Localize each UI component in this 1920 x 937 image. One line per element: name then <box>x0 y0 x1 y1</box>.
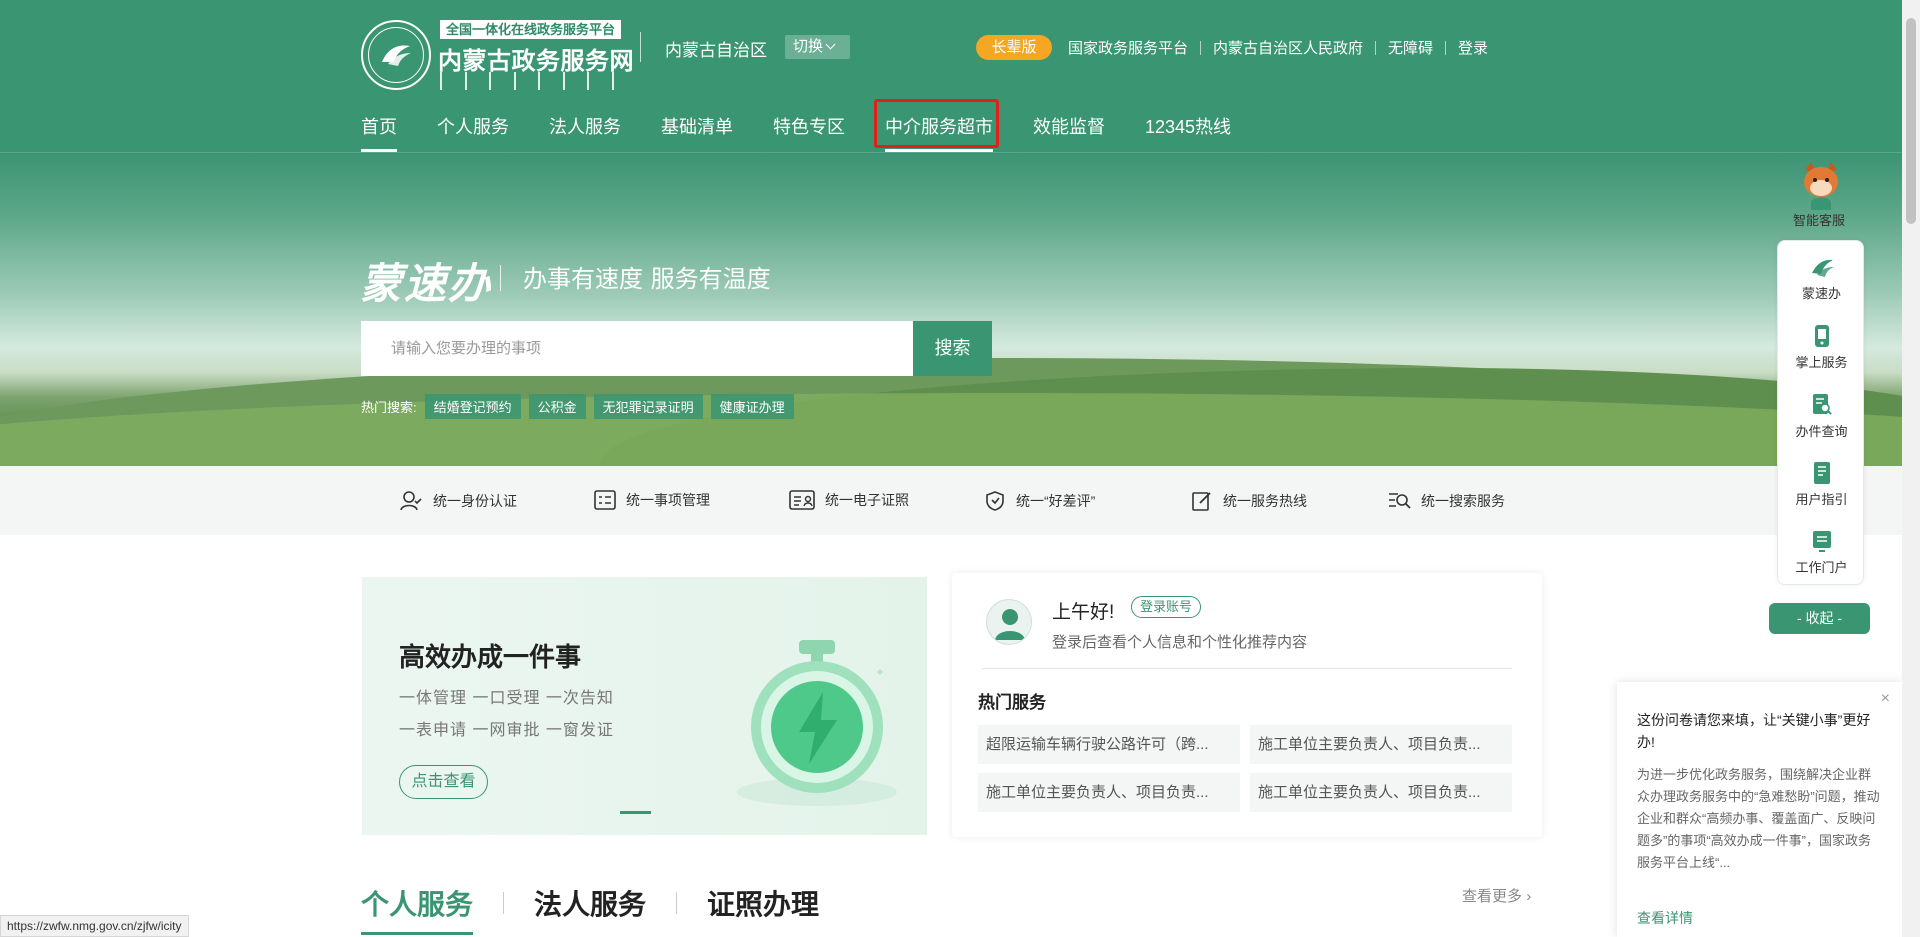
browser-status-url: https://zwfw.nmg.gov.cn/zjfw/icity <box>0 915 189 937</box>
nav-corporate-services[interactable]: 法人服务 <box>549 113 621 153</box>
document-search-icon <box>1812 394 1832 415</box>
nav-home[interactable]: 首页 <box>361 113 397 153</box>
hot-service-item[interactable]: 施工单位主要负责人、项目负责... <box>978 773 1240 812</box>
search-button[interactable]: 搜索 <box>913 321 992 376</box>
hot-service-item[interactable]: 超限运输车辆行驶公路许可（跨... <box>978 725 1240 764</box>
site-header: 全国一体化在线政务服务平台 内蒙古政务服务网 内蒙古自治区 切换 长辈版 国家政… <box>0 0 1902 153</box>
hot-searches: 热门搜索: 结婚登记预约 公积金 无犯罪记录证明 健康证办理 <box>361 394 794 419</box>
portal-icon <box>1812 531 1831 552</box>
float-panel: 蒙速办 掌上服务 办件查询 用户指引 工作门户 <box>1777 240 1864 585</box>
customer-service-mascot-icon[interactable] <box>1799 160 1843 210</box>
feature-identity-auth[interactable]: 统一身份认证 <box>399 490 517 512</box>
main-nav: 首页 个人服务 法人服务 基础清单 特色专区 中介服务超市 效能监督 12345… <box>361 113 1271 153</box>
hot-service-item[interactable]: 施工单位主要负责人、项目负责... <box>1250 773 1512 812</box>
shield-heart-icon <box>986 491 1004 511</box>
chevron-down-icon <box>825 39 836 50</box>
chevron-right-icon: › <box>1526 888 1532 905</box>
checklist-icon <box>594 490 616 510</box>
banner-view-button[interactable]: 点击查看 <box>399 765 488 799</box>
tab-license-handling[interactable]: 证照办理 <box>707 883 819 923</box>
popup-title: 这份问卷请您来填，让“关键小事”更好办! <box>1637 712 1871 750</box>
greeting: 上午好! <box>1052 602 1115 623</box>
float-item-mengsuban[interactable]: 蒙速办 <box>1778 255 1865 302</box>
carousel-indicator[interactable] <box>620 811 651 814</box>
hero-banner: 蒙速办 办事有速度 服务有温度 搜索 热门搜索: 结婚登记预约 公积金 无犯罪记… <box>0 153 1902 466</box>
user-check-icon <box>400 491 422 511</box>
link-login[interactable]: 登录 <box>1458 37 1488 58</box>
logo-emblem-icon[interactable] <box>361 20 431 90</box>
hot-tag[interactable]: 结婚登记预约 <box>424 394 521 419</box>
login-account-tag[interactable]: 登录账号 <box>1131 596 1202 618</box>
link-regional-government[interactable]: 内蒙古自治区人民政府 <box>1213 37 1363 58</box>
feature-strip: 统一身份认证 统一事项管理 统一电子证照 统一“好差评” 统一服务热线 统一搜索… <box>0 466 1902 535</box>
hot-services-title: 热门服务 <box>978 693 1046 712</box>
banner-title: 高效办成一件事 <box>399 642 582 672</box>
tab-personal-services[interactable]: 个人服务 <box>361 883 474 935</box>
feature-e-license[interactable]: 统一电子证照 <box>789 490 909 510</box>
elder-mode-button[interactable]: 长辈版 <box>976 35 1052 60</box>
brand-calligraphy: 蒙速办 <box>360 259 493 308</box>
feature-item-management[interactable]: 统一事项管理 <box>594 490 710 510</box>
collapse-button[interactable]: - 收起 - <box>1769 603 1870 634</box>
user-avatar-icon <box>995 609 1025 640</box>
id-card-icon <box>789 490 815 510</box>
nav-12345-hotline[interactable]: 12345热线 <box>1145 113 1231 153</box>
logo-tagline: 全国一体化在线政务服务平台 <box>440 20 622 39</box>
avatar[interactable] <box>986 599 1032 645</box>
region-switch-button[interactable]: 切换 <box>785 35 850 59</box>
tab-corporate-services[interactable]: 法人服务 <box>534 883 646 923</box>
popup-body: 为进一步优化政务服务，围绕解决企业群众办理政务服务中的“急难愁盼”问题，推动企业… <box>1637 767 1880 870</box>
edit-icon <box>1192 492 1211 511</box>
hot-service-item[interactable]: 施工单位主要负责人、项目负责... <box>1250 725 1512 764</box>
hot-tag[interactable]: 公积金 <box>528 394 586 419</box>
nav-highlight-box <box>874 99 999 148</box>
banner-line-2: 一表申请 一网审批 一窗发证 <box>399 722 614 739</box>
service-tabs: 个人服务 法人服务 证照办理 <box>361 883 819 935</box>
header-divider <box>640 32 641 62</box>
view-more-link[interactable]: 查看更多 › <box>1462 885 1531 906</box>
scrollbar-thumb[interactable] <box>1906 18 1916 224</box>
link-accessibility[interactable]: 无障碍 <box>1388 37 1433 58</box>
banner-line-1: 一体管理 一口受理 一次告知 <box>399 690 614 707</box>
link-national-platform[interactable]: 国家政务服务平台 <box>1068 37 1188 58</box>
float-item-user-guide[interactable]: 用户指引 <box>1778 461 1865 508</box>
user-card: 上午好! 登录账号 登录后查看个人信息和个性化推荐内容 热门服务 超限运输车辆行… <box>952 573 1542 837</box>
guide-book-icon <box>1813 462 1830 484</box>
greeting-subtitle: 登录后查看个人信息和个性化推荐内容 <box>1052 634 1308 651</box>
region-label: 内蒙古自治区 <box>665 41 767 60</box>
efficiency-banner[interactable]: 高效办成一件事 一体管理 一口受理 一次告知 一表申请 一网审批 一窗发证 点击… <box>362 577 927 835</box>
survey-popup: × 这份问卷请您来填，让“关键小事”更好办! 为进一步优化政务服务，围绕解决企业… <box>1617 682 1902 937</box>
feature-evaluation[interactable]: 统一“好差评” <box>984 490 1095 512</box>
logo-title[interactable]: 内蒙古政务服务网 <box>438 41 634 76</box>
mongolian-script-logo <box>440 72 616 90</box>
close-icon[interactable]: × <box>1881 690 1890 708</box>
top-links: 国家政务服务平台 内蒙古自治区人民政府 无障碍 登录 <box>1068 37 1488 58</box>
hot-tag[interactable]: 健康证办理 <box>710 394 794 419</box>
float-item-work-portal[interactable]: 工作门户 <box>1778 529 1865 576</box>
view-details-link[interactable]: 查看详情 <box>1637 908 1693 928</box>
nav-special-zone[interactable]: 特色专区 <box>773 113 845 153</box>
nav-basic-lists[interactable]: 基础清单 <box>661 113 733 153</box>
stopwatch-lightning-icon <box>737 640 897 806</box>
page-scrollbar[interactable] <box>1902 0 1920 937</box>
nav-efficiency-supervision[interactable]: 效能监督 <box>1033 113 1105 153</box>
hot-tag[interactable]: 无犯罪记录证明 <box>593 394 703 419</box>
float-item-mobile-service[interactable]: 掌上服务 <box>1778 324 1865 371</box>
feature-hotline[interactable]: 统一服务热线 <box>1191 490 1307 512</box>
smart-customer-service-label[interactable]: 智能客服 <box>1769 210 1869 229</box>
hero-slogan: 办事有速度 服务有温度 <box>523 265 771 293</box>
search-box <box>361 321 913 376</box>
mobile-phone-icon <box>1814 325 1829 347</box>
mengsuban-logo-icon <box>1811 259 1834 277</box>
float-item-case-query[interactable]: 办件查询 <box>1778 393 1865 440</box>
nav-personal-services[interactable]: 个人服务 <box>437 113 509 153</box>
search-list-icon <box>1389 493 1411 509</box>
feature-search-service[interactable]: 统一搜索服务 <box>1387 490 1505 512</box>
search-input[interactable] <box>361 321 913 376</box>
hot-search-label: 热门搜索: <box>361 400 417 415</box>
